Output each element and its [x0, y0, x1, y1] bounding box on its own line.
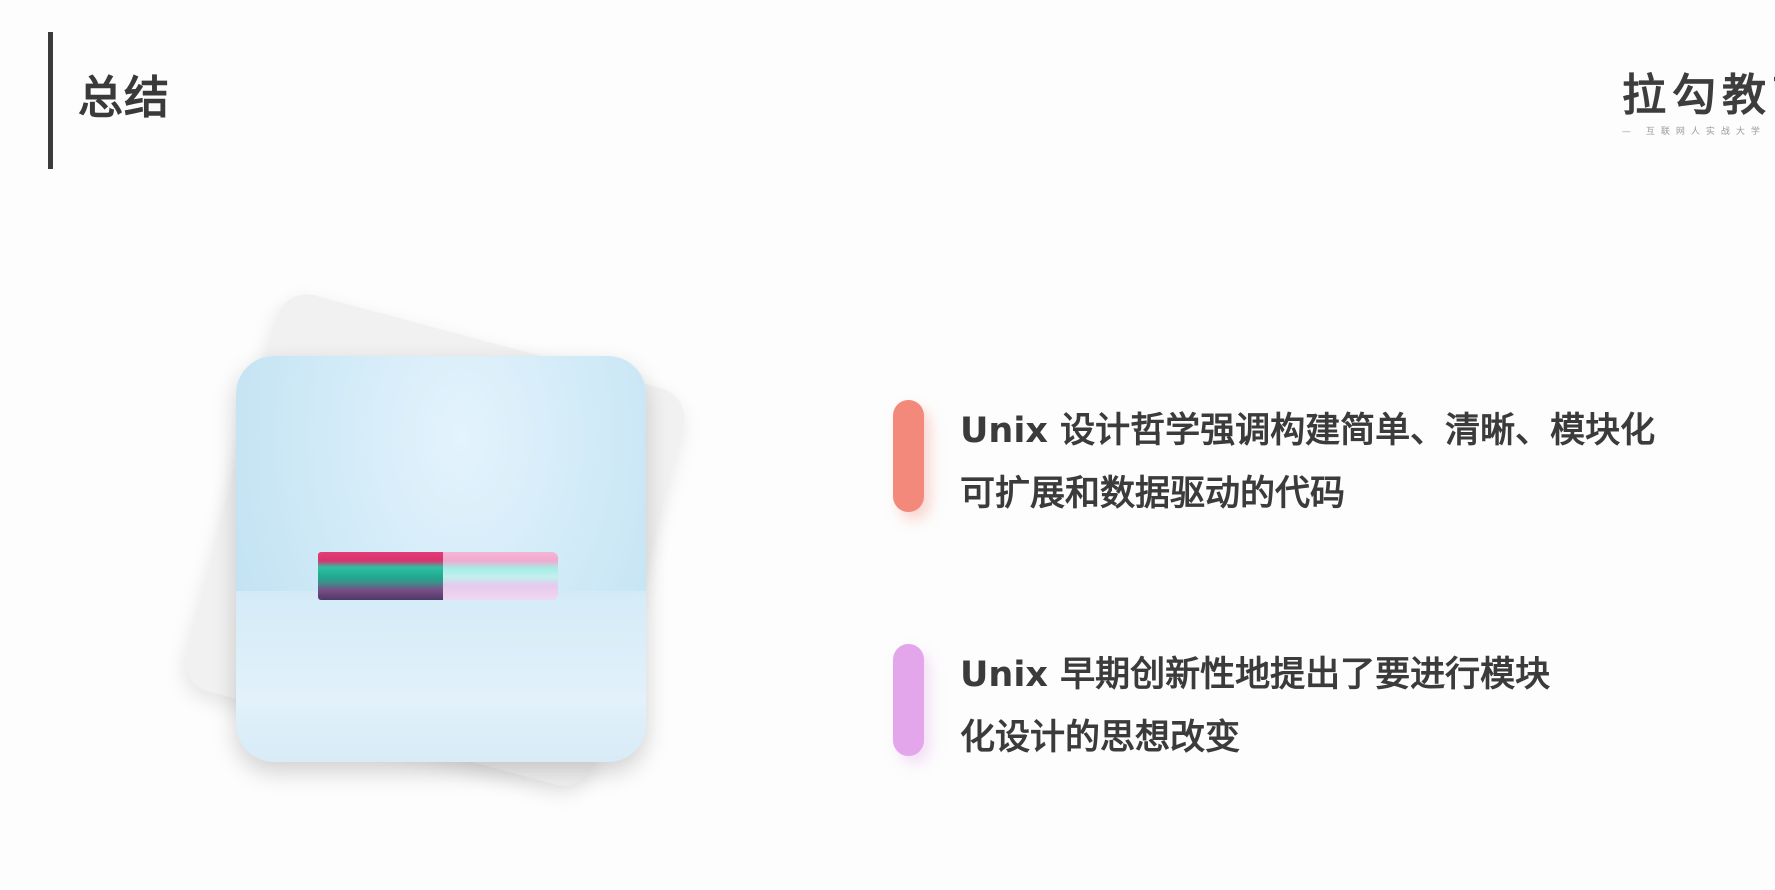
point-2-line-1: Unix 早期创新性地提出了要进行模块 [960, 655, 1551, 695]
point-2-text: Unix 早期创新性地提出了要进行模块 化设计的思想改变 [960, 644, 1550, 770]
point-2-line-2: 化设计的思想改变 [960, 718, 1241, 758]
logo-text: 拉勾教育 [1622, 70, 1775, 121]
logo-tagline: — 互联网人实战大学 [1622, 127, 1766, 137]
brand-logo: 拉勾教育 — 互联网人实战大学 [1622, 68, 1775, 148]
point-1-line-2: 可扩展和数据驱动的代码 [960, 474, 1346, 514]
point-1-line-1: Unix 设计哲学强调构建简单、清晰、模块化 [960, 411, 1656, 451]
sticky-notes-photo-icon [318, 552, 558, 600]
notepad-side [318, 552, 443, 600]
point-1-text: Unix 设计哲学强调构建简单、清晰、模块化 可扩展和数据驱动的代码 [960, 400, 1655, 526]
slide: 总结 拉勾教育 — 互联网人实战大学 Unix 设计哲学强调构建简单、清晰、模块… [0, 0, 1775, 890]
title-accent-bar [48, 32, 53, 169]
image-floor [236, 591, 646, 762]
image-card [236, 356, 646, 762]
point-1-marker [893, 400, 924, 512]
point-2-marker [893, 644, 924, 756]
page-title: 总结 [78, 71, 171, 124]
notepad-front [443, 552, 558, 600]
